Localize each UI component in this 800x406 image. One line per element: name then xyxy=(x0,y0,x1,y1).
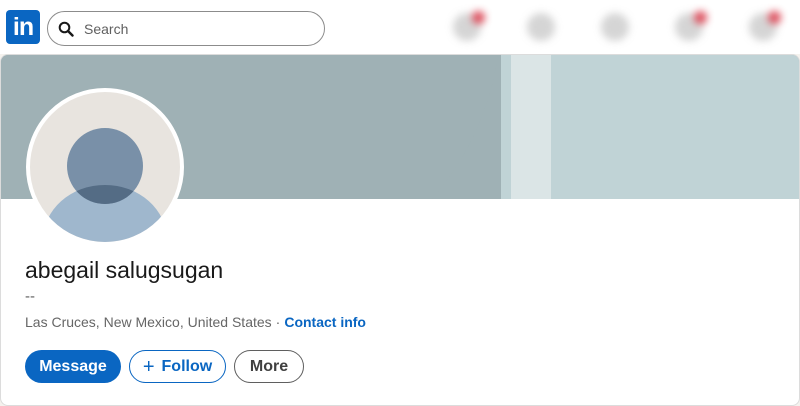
profile-location-line: Las Cruces, New Mexico, United States · Co… xyxy=(25,314,366,330)
profile-actions: Message + Follow More xyxy=(25,350,304,383)
search-bar[interactable] xyxy=(47,11,325,46)
contact-info-link[interactable]: Contact info xyxy=(284,314,366,330)
profile-card: abegail salugsugan -- Las Cruces, New Me… xyxy=(0,54,800,406)
notification-badge xyxy=(768,11,781,24)
follow-label: Follow xyxy=(161,357,213,375)
jobs-icon[interactable] xyxy=(601,13,629,41)
notification-badge xyxy=(472,11,485,24)
banner-stripe xyxy=(511,55,551,199)
message-button[interactable]: Message xyxy=(25,350,121,383)
follow-button[interactable]: + Follow xyxy=(129,350,226,383)
separator-dot: · xyxy=(275,314,281,330)
search-input[interactable] xyxy=(84,20,304,37)
avatar-overlap-shape xyxy=(67,128,143,204)
location-text: Las Cruces, New Mexico, United States xyxy=(25,314,272,330)
network-icon[interactable] xyxy=(527,13,555,41)
nav-icons xyxy=(430,0,800,54)
more-button[interactable]: More xyxy=(234,350,304,383)
profile-headline: -- xyxy=(25,288,35,305)
home-icon[interactable] xyxy=(453,11,485,41)
search-icon xyxy=(48,21,84,37)
linkedin-logo-icon[interactable]: in xyxy=(6,10,40,44)
notifications-icon[interactable] xyxy=(749,11,781,41)
avatar[interactable] xyxy=(26,88,184,246)
messaging-icon[interactable] xyxy=(675,11,707,41)
notification-badge xyxy=(694,11,707,24)
profile-name: abegail salugsugan xyxy=(25,257,224,283)
top-nav-bar: in xyxy=(0,0,800,54)
plus-icon: + xyxy=(142,355,155,378)
